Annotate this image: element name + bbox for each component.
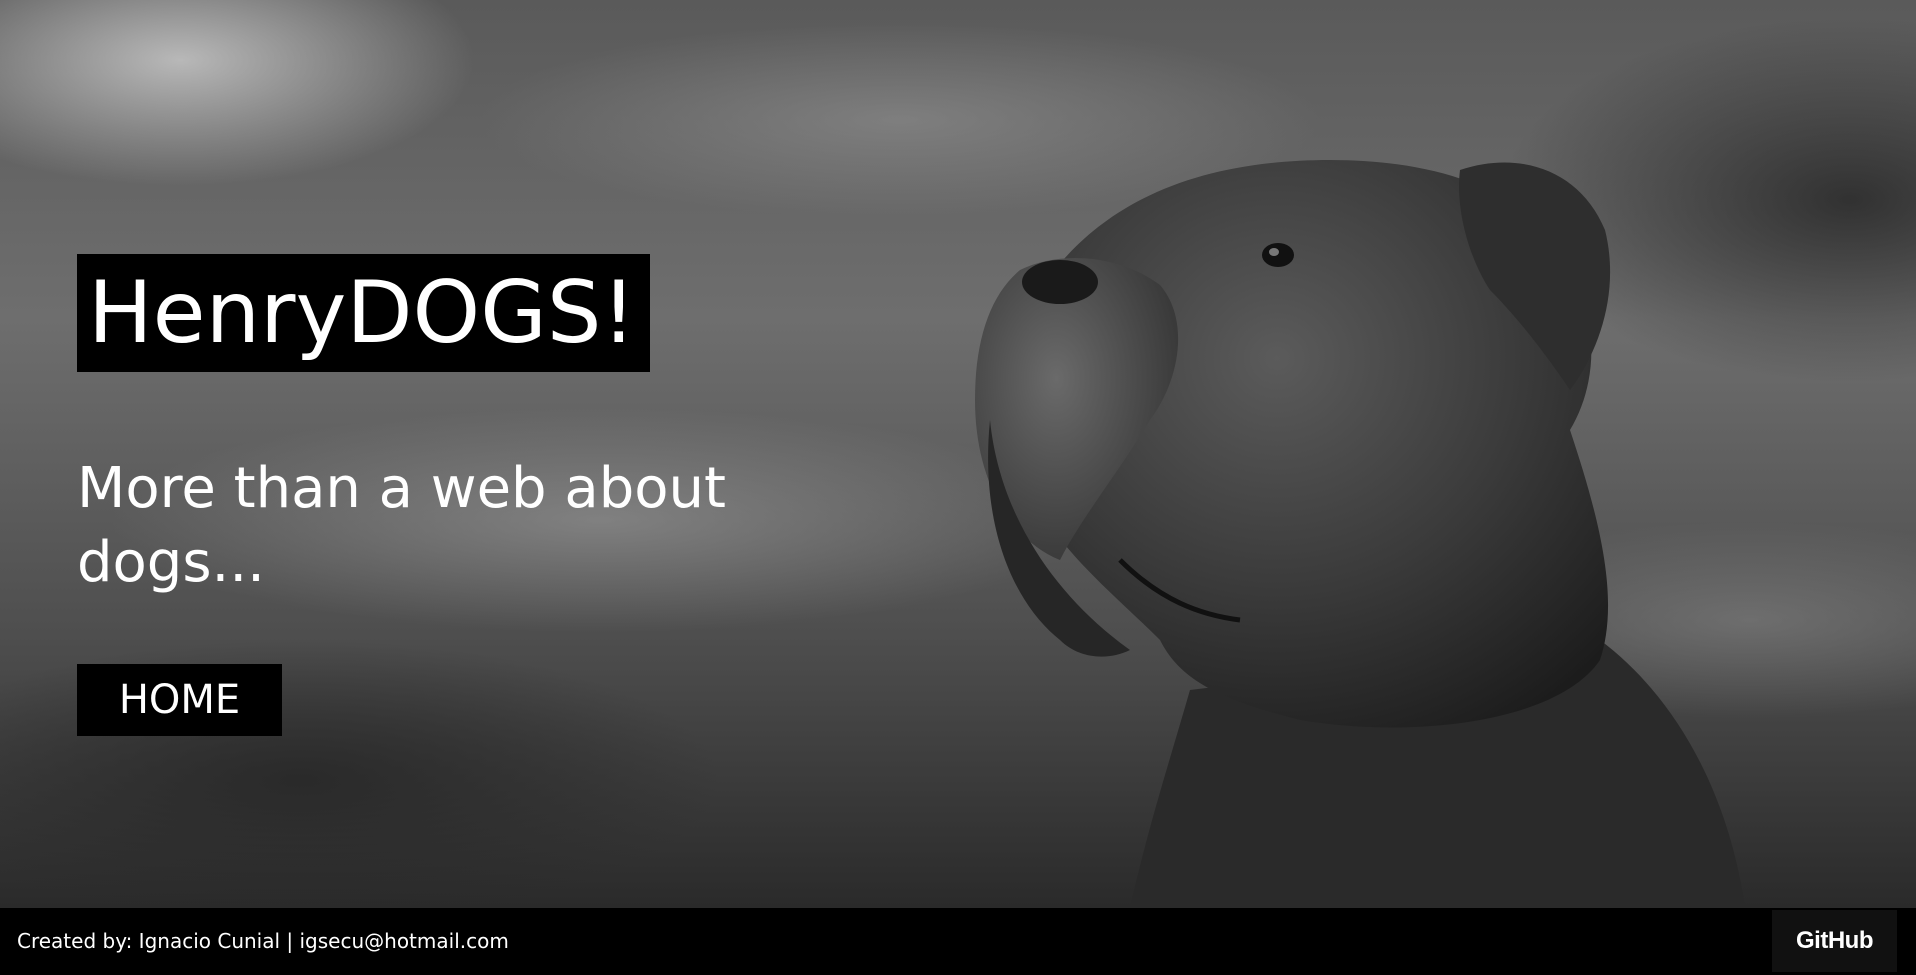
github-link[interactable]: GitHub xyxy=(1772,910,1897,972)
footer-credit-text: Created by: Ignacio Cunial | igsecu@hotm… xyxy=(17,929,509,953)
home-button[interactable]: HOME xyxy=(77,664,282,736)
footer: Created by: Ignacio Cunial | igsecu@hotm… xyxy=(0,908,1916,975)
hero-section: HenryDOGS! More than a web about dogs...… xyxy=(0,0,1916,908)
site-title: HenryDOGS! xyxy=(77,254,650,372)
site-tagline: More than a web about dogs... xyxy=(77,456,726,595)
